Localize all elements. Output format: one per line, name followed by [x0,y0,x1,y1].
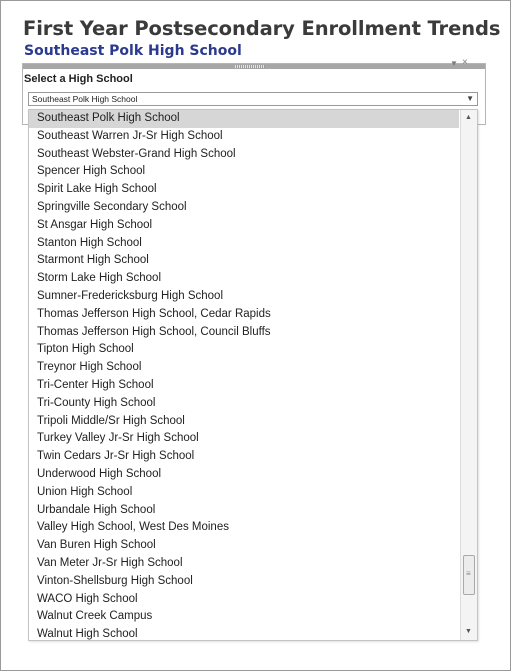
page-title: First Year Postsecondary Enrollment Tren… [23,17,501,40]
drag-handle-icon[interactable] [235,65,265,68]
school-option[interactable]: Tipton High School [29,341,459,359]
school-option[interactable]: Union High School [29,484,459,502]
school-option[interactable]: Spencer High School [29,163,459,181]
scroll-thumb[interactable]: ≡ [463,555,475,596]
school-option[interactable]: Turkey Valley Jr-Sr High School [29,430,459,448]
school-option[interactable]: Van Buren High School [29,537,459,555]
high-school-select[interactable]: Southeast Polk High School ▼ [28,92,478,106]
page-subtitle: Southeast Polk High School [24,43,242,59]
panel-title-bar[interactable] [23,64,485,69]
dropdown-menu-icon[interactable]: ▼ [450,59,458,69]
option-list: Southeast Polk High School Southeast Warr… [29,110,459,640]
school-option[interactable]: Sumner-Fredericksburg High School [29,288,459,306]
school-option[interactable]: Walnut High School [29,626,459,640]
school-option[interactable]: Underwood High School [29,466,459,484]
school-option[interactable]: Starmont High School [29,252,459,270]
school-option[interactable]: Southeast Webster-Grand High School [29,146,459,164]
school-option[interactable]: Vinton-Shellsburg High School [29,573,459,591]
school-option[interactable]: Thomas Jefferson High School, Cedar Rapi… [29,306,459,324]
grip-lines-icon: ≡ [466,569,471,579]
panel-label: Select a High School [24,73,133,85]
scrollbar[interactable]: ▲ ≡ ▼ [460,110,477,640]
school-option[interactable]: Tri-Center High School [29,377,459,395]
school-option[interactable]: St Ansgar High School [29,217,459,235]
school-option[interactable]: Springville Secondary School [29,199,459,217]
school-option[interactable]: Tripoli Middle/Sr High School [29,413,459,431]
school-option[interactable]: Stanton High School [29,235,459,253]
school-option[interactable]: Urbandale High School [29,502,459,520]
school-option[interactable]: Valley High School, West Des Moines [29,519,459,537]
school-option[interactable]: Walnut Creek Campus [29,608,459,626]
school-option[interactable]: Tri-County High School [29,395,459,413]
scroll-up-arrow-icon[interactable]: ▲ [465,114,472,122]
scroll-down-arrow-icon[interactable]: ▼ [465,628,472,636]
school-option[interactable]: Spirit Lake High School [29,181,459,199]
school-dropdown-list[interactable]: Southeast Polk High School Southeast Warr… [28,109,478,641]
school-option[interactable]: Storm Lake High School [29,270,459,288]
page: First Year Postsecondary Enrollment Tren… [0,0,511,671]
school-option[interactable]: Treynor High School [29,359,459,377]
school-option[interactable]: Van Meter Jr-Sr High School [29,555,459,573]
school-option[interactable]: Southeast Warren Jr-Sr High School [29,128,459,146]
school-option[interactable]: Twin Cedars Jr-Sr High School [29,448,459,466]
chevron-down-icon[interactable]: ▼ [466,93,474,105]
school-option[interactable]: Thomas Jefferson High School, Council Bl… [29,324,459,342]
school-option[interactable]: Southeast Polk High School [29,110,459,128]
close-icon[interactable]: × [462,58,468,68]
selected-school-value: Southeast Polk High School [32,94,138,104]
school-option[interactable]: WACO High School [29,591,459,609]
